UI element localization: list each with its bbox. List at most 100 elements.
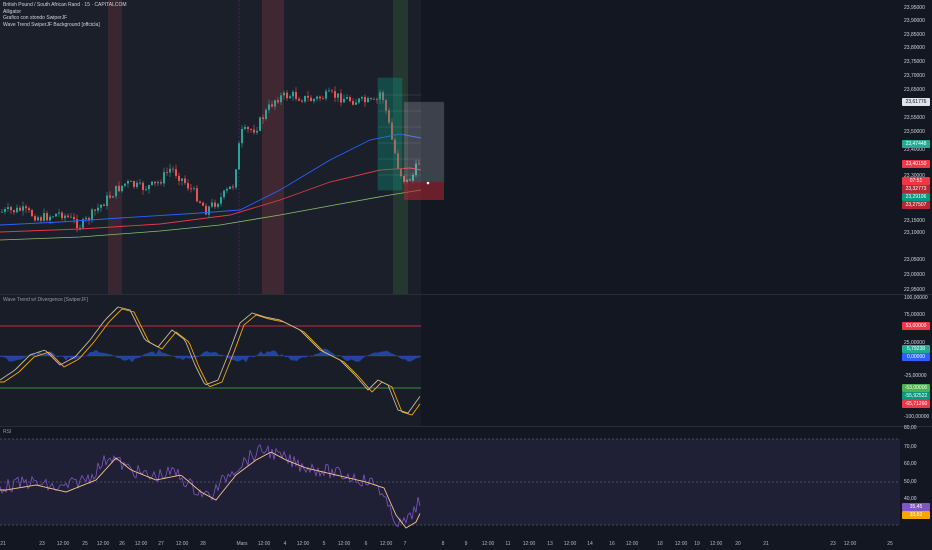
candle-body: [244, 126, 246, 129]
candle-body: [85, 217, 87, 220]
time-tick: 20: [735, 541, 741, 547]
time-tick: 12:00: [134, 541, 148, 547]
candle-body: [184, 178, 186, 184]
candle-body: [157, 182, 159, 184]
chart-window: British Pound / South African Rand · 15 …: [0, 0, 932, 550]
time-tick: 12:00: [337, 541, 351, 547]
candle-body: [79, 227, 81, 229]
candle-body: [238, 143, 240, 170]
candle-body: [190, 188, 192, 190]
time-tick: 4: [283, 541, 287, 547]
stop-zone-box: [404, 182, 444, 200]
candle-body: [10, 207, 12, 211]
candle-body: [298, 98, 300, 101]
candle-body: [283, 92, 285, 96]
price-pane[interactable]: British Pound / South African Rand · 15 …: [0, 0, 900, 294]
price-tick: 23,00000: [904, 272, 925, 278]
time-tick: 6: [364, 541, 368, 547]
candle-body: [253, 129, 255, 133]
price-tick: 23,90000: [904, 18, 925, 24]
candle-body: [256, 130, 258, 133]
candle-body: [343, 98, 345, 103]
time-axis[interactable]: 21 23 12:00 25 12:00 26 12:00 27 12:00 28 Mars 12:0…: [0, 538, 932, 550]
wavetrend-tag: 53,00000: [902, 322, 930, 330]
rsi-chart[interactable]: [0, 427, 900, 538]
time-tick: 25: [82, 541, 88, 547]
time-tick: 7: [403, 541, 407, 547]
time-tick: 12:00: [709, 541, 723, 547]
time-tick: 16: [609, 541, 615, 547]
price-chart[interactable]: [0, 0, 900, 294]
wavetrend-chart[interactable]: [0, 295, 900, 426]
candle-body: [136, 182, 138, 187]
candle-body: [121, 185, 123, 192]
symbol-title[interactable]: British Pound / South African Rand · 15 …: [3, 2, 127, 9]
candle-body: [373, 98, 375, 100]
candle-body: [70, 216, 72, 218]
candle-body: [97, 207, 99, 211]
rsi-tick: 50,00: [904, 479, 917, 485]
wavetrend-scale[interactable]: 100,00000 75,00000 25,00000 -25,00000 -100,0…: [900, 295, 932, 426]
rsi-tag: 35,45: [902, 503, 930, 511]
rsi-title[interactable]: RSI: [3, 429, 11, 435]
time-tick: 12:00: [522, 541, 536, 547]
candle-body: [262, 117, 264, 120]
candle-body: [313, 98, 315, 102]
candle-body: [322, 98, 324, 100]
candle-body: [91, 209, 93, 220]
time-tick: Mars: [236, 541, 248, 547]
candle-body: [367, 98, 369, 103]
candle-body: [151, 181, 153, 185]
candle-body: [226, 189, 228, 191]
wavetrend-tick: -100,00000: [904, 414, 930, 420]
price-tick: 23,75000: [904, 59, 925, 65]
candle-body: [364, 97, 366, 103]
candle-body: [52, 216, 54, 218]
time-tick: 12:00: [296, 541, 310, 547]
candle-body: [109, 195, 111, 198]
price-tick: 23,05000: [904, 257, 925, 263]
price-tag: 23,29196: [902, 193, 930, 201]
price-tag: 23,40150: [902, 160, 930, 168]
candle-body: [250, 129, 252, 130]
candle-body: [94, 209, 96, 211]
candle-body: [163, 172, 165, 184]
candle-body: [145, 189, 147, 190]
candle-body: [67, 215, 69, 218]
price-tick: 22,95000: [904, 287, 925, 293]
candle-body: [229, 186, 231, 190]
wavetrend-tick: 100,00000: [904, 295, 928, 301]
time-tick: 12:00: [625, 541, 639, 547]
candle-body: [340, 93, 342, 103]
candle-body: [337, 93, 339, 98]
time-tick: 27: [158, 541, 164, 547]
wavetrend-pane[interactable]: Wave Trend w/ Divergence [SwiperJF]: [0, 295, 900, 426]
wavetrend-title[interactable]: Wave Trend w/ Divergence [SwiperJF]: [3, 297, 88, 303]
wavetrend-tick: 75,00000: [904, 312, 925, 318]
rsi-tick: 70,00: [904, 444, 917, 450]
candle-body: [271, 104, 273, 107]
time-tick: 12:00: [96, 541, 110, 547]
time-tick: 5: [322, 541, 326, 547]
wavetrend-tag: -65,71260: [902, 400, 930, 408]
candle-body: [4, 209, 6, 212]
candle-body: [355, 102, 357, 105]
candle-body: [115, 185, 117, 197]
wavetrend-tick: -25,00000: [904, 373, 927, 379]
candle-body: [13, 210, 15, 213]
candle-body: [220, 197, 222, 204]
time-tick: 13: [547, 541, 553, 547]
candle-body: [127, 180, 129, 184]
indicator-wave-bg[interactable]: Wave Trend SwiperJF Background [offcicla…: [3, 22, 127, 29]
time-tick: 11: [505, 541, 511, 547]
candle-body: [169, 168, 171, 173]
price-scale[interactable]: 23,95000 23,90000 23,85000 23,80000 23,75000…: [900, 0, 932, 294]
candle-body: [205, 205, 207, 215]
rsi-pane[interactable]: RSI: [0, 427, 900, 538]
candle-body: [361, 97, 363, 99]
candle-body: [160, 182, 162, 184]
rsi-scale[interactable]: 80,00 70,00 60,00 50,00 40,00 35,45 33,82: [900, 425, 932, 538]
candle-body: [100, 204, 102, 208]
candle-body: [43, 213, 45, 221]
candle-body: [307, 95, 309, 98]
